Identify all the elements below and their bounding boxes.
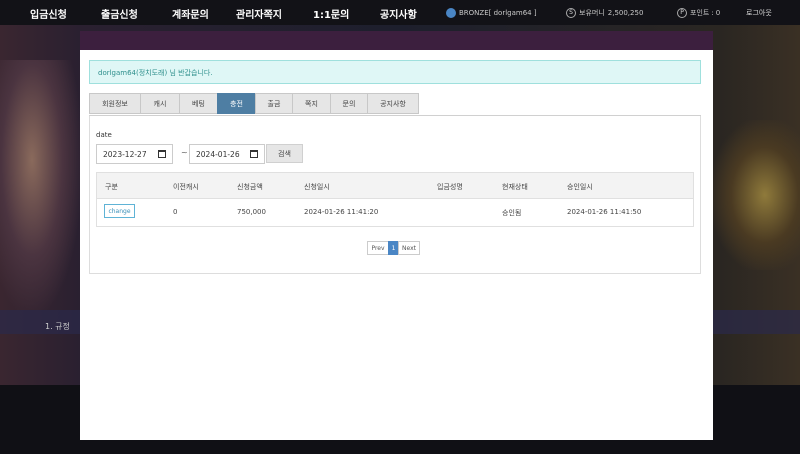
prev-page-button[interactable]: Prev: [367, 241, 389, 255]
date-separator: ~: [181, 148, 188, 157]
user-level: BRONZE [ dorlgam64 ]: [446, 0, 537, 25]
end-date-input[interactable]: 2024-01-26: [189, 144, 265, 164]
promo-coins-image: [712, 120, 800, 270]
col-type: 구분: [105, 183, 118, 191]
nav-notice[interactable]: 공지사항: [380, 6, 417, 21]
cell-request-date: 2024-01-26 11:41:20: [304, 208, 379, 216]
nav-withdraw[interactable]: 출금신청: [101, 6, 138, 21]
username-text: [ dorlgam64 ]: [488, 8, 537, 17]
level-text: BRONZE: [459, 8, 489, 17]
balance-label: 보유머니: [579, 8, 605, 17]
tab-member-info[interactable]: 회원정보: [89, 93, 141, 114]
table-header-row: 구분 이전캐시 신청금액 신청일시 입금성명 현재상태 승인일시: [97, 173, 693, 199]
tab-messages[interactable]: 쪽지: [292, 93, 331, 114]
modal-tabs: 회원정보 캐시 베팅 충전 출금 쪽지 문의 공지사항: [89, 93, 419, 115]
point-label: 포인트: [690, 8, 710, 17]
point-value: 0: [715, 8, 721, 17]
top-navigation: 입금신청 출금신청 계좌문의 관리자쪽지 1:1문의 공지사항 BRONZE […: [0, 0, 800, 25]
nav-deposit[interactable]: 입금신청: [30, 6, 67, 21]
search-button[interactable]: 검색: [266, 144, 303, 163]
col-depositor-name: 입금성명: [437, 183, 463, 191]
tab-betting[interactable]: 베팅: [179, 93, 218, 114]
balance-value: 2,500,250: [607, 8, 644, 17]
balance-display: S 보유머니 2,500,250: [566, 0, 643, 25]
col-prev-cash: 이전캐시: [173, 183, 199, 191]
col-request-amount: 신청금액: [237, 183, 263, 191]
nav-admin-message[interactable]: 관리자쪽지: [236, 6, 282, 21]
logout-link[interactable]: 로그아웃: [746, 8, 772, 18]
start-date-value: 2023-12-27: [103, 150, 147, 159]
change-button[interactable]: change: [104, 204, 135, 218]
charge-history-table: 구분 이전캐시 신청금액 신청일시 입금성명 현재상태 승인일시 change …: [96, 172, 694, 227]
col-approved-date: 승인일시: [567, 183, 593, 191]
tab-cash[interactable]: 캐시: [140, 93, 180, 114]
modal-header: [80, 31, 713, 50]
cell-prev-cash: 0: [173, 208, 178, 216]
col-status: 현재상태: [502, 183, 528, 191]
col-request-date: 신청일시: [304, 183, 330, 191]
calendar-icon[interactable]: [250, 150, 258, 158]
nav-account-inquiry[interactable]: 계좌문의: [172, 6, 209, 21]
end-date-value: 2024-01-26: [196, 150, 240, 159]
start-date-input[interactable]: 2023-12-27: [96, 144, 173, 164]
cell-status: 승인됨: [502, 209, 522, 217]
cell-request-amount: 750,000: [237, 208, 266, 216]
tab-notice[interactable]: 공지사항: [367, 93, 419, 114]
calendar-icon[interactable]: [158, 150, 166, 158]
next-page-button[interactable]: Next: [398, 241, 420, 255]
mypage-modal: dorlgam64(정치도래) 님 반갑습니다. 회원정보 캐시 베팅 충전 출…: [80, 31, 713, 440]
cell-approved-date: 2024-01-26 11:41:50: [567, 208, 642, 216]
pagination: Prev 1 Next: [367, 241, 420, 255]
tab-withdraw[interactable]: 출금: [255, 93, 293, 114]
money-icon: S: [566, 7, 576, 18]
date-filter-label: date: [96, 131, 112, 139]
point-icon: P: [677, 7, 687, 18]
point-display: P 포인트 : 0: [677, 0, 720, 25]
tab-inquiry[interactable]: 문의: [330, 93, 368, 114]
welcome-alert: dorlgam64(정치도래) 님 반갑습니다.: [89, 60, 701, 84]
tab-charge[interactable]: 충전: [217, 93, 256, 114]
notice-text: 1. 규정: [45, 322, 70, 331]
promo-character-image: [0, 60, 80, 310]
nav-one-to-one[interactable]: 1:1문의: [313, 6, 349, 21]
level-badge-icon: [446, 7, 456, 18]
